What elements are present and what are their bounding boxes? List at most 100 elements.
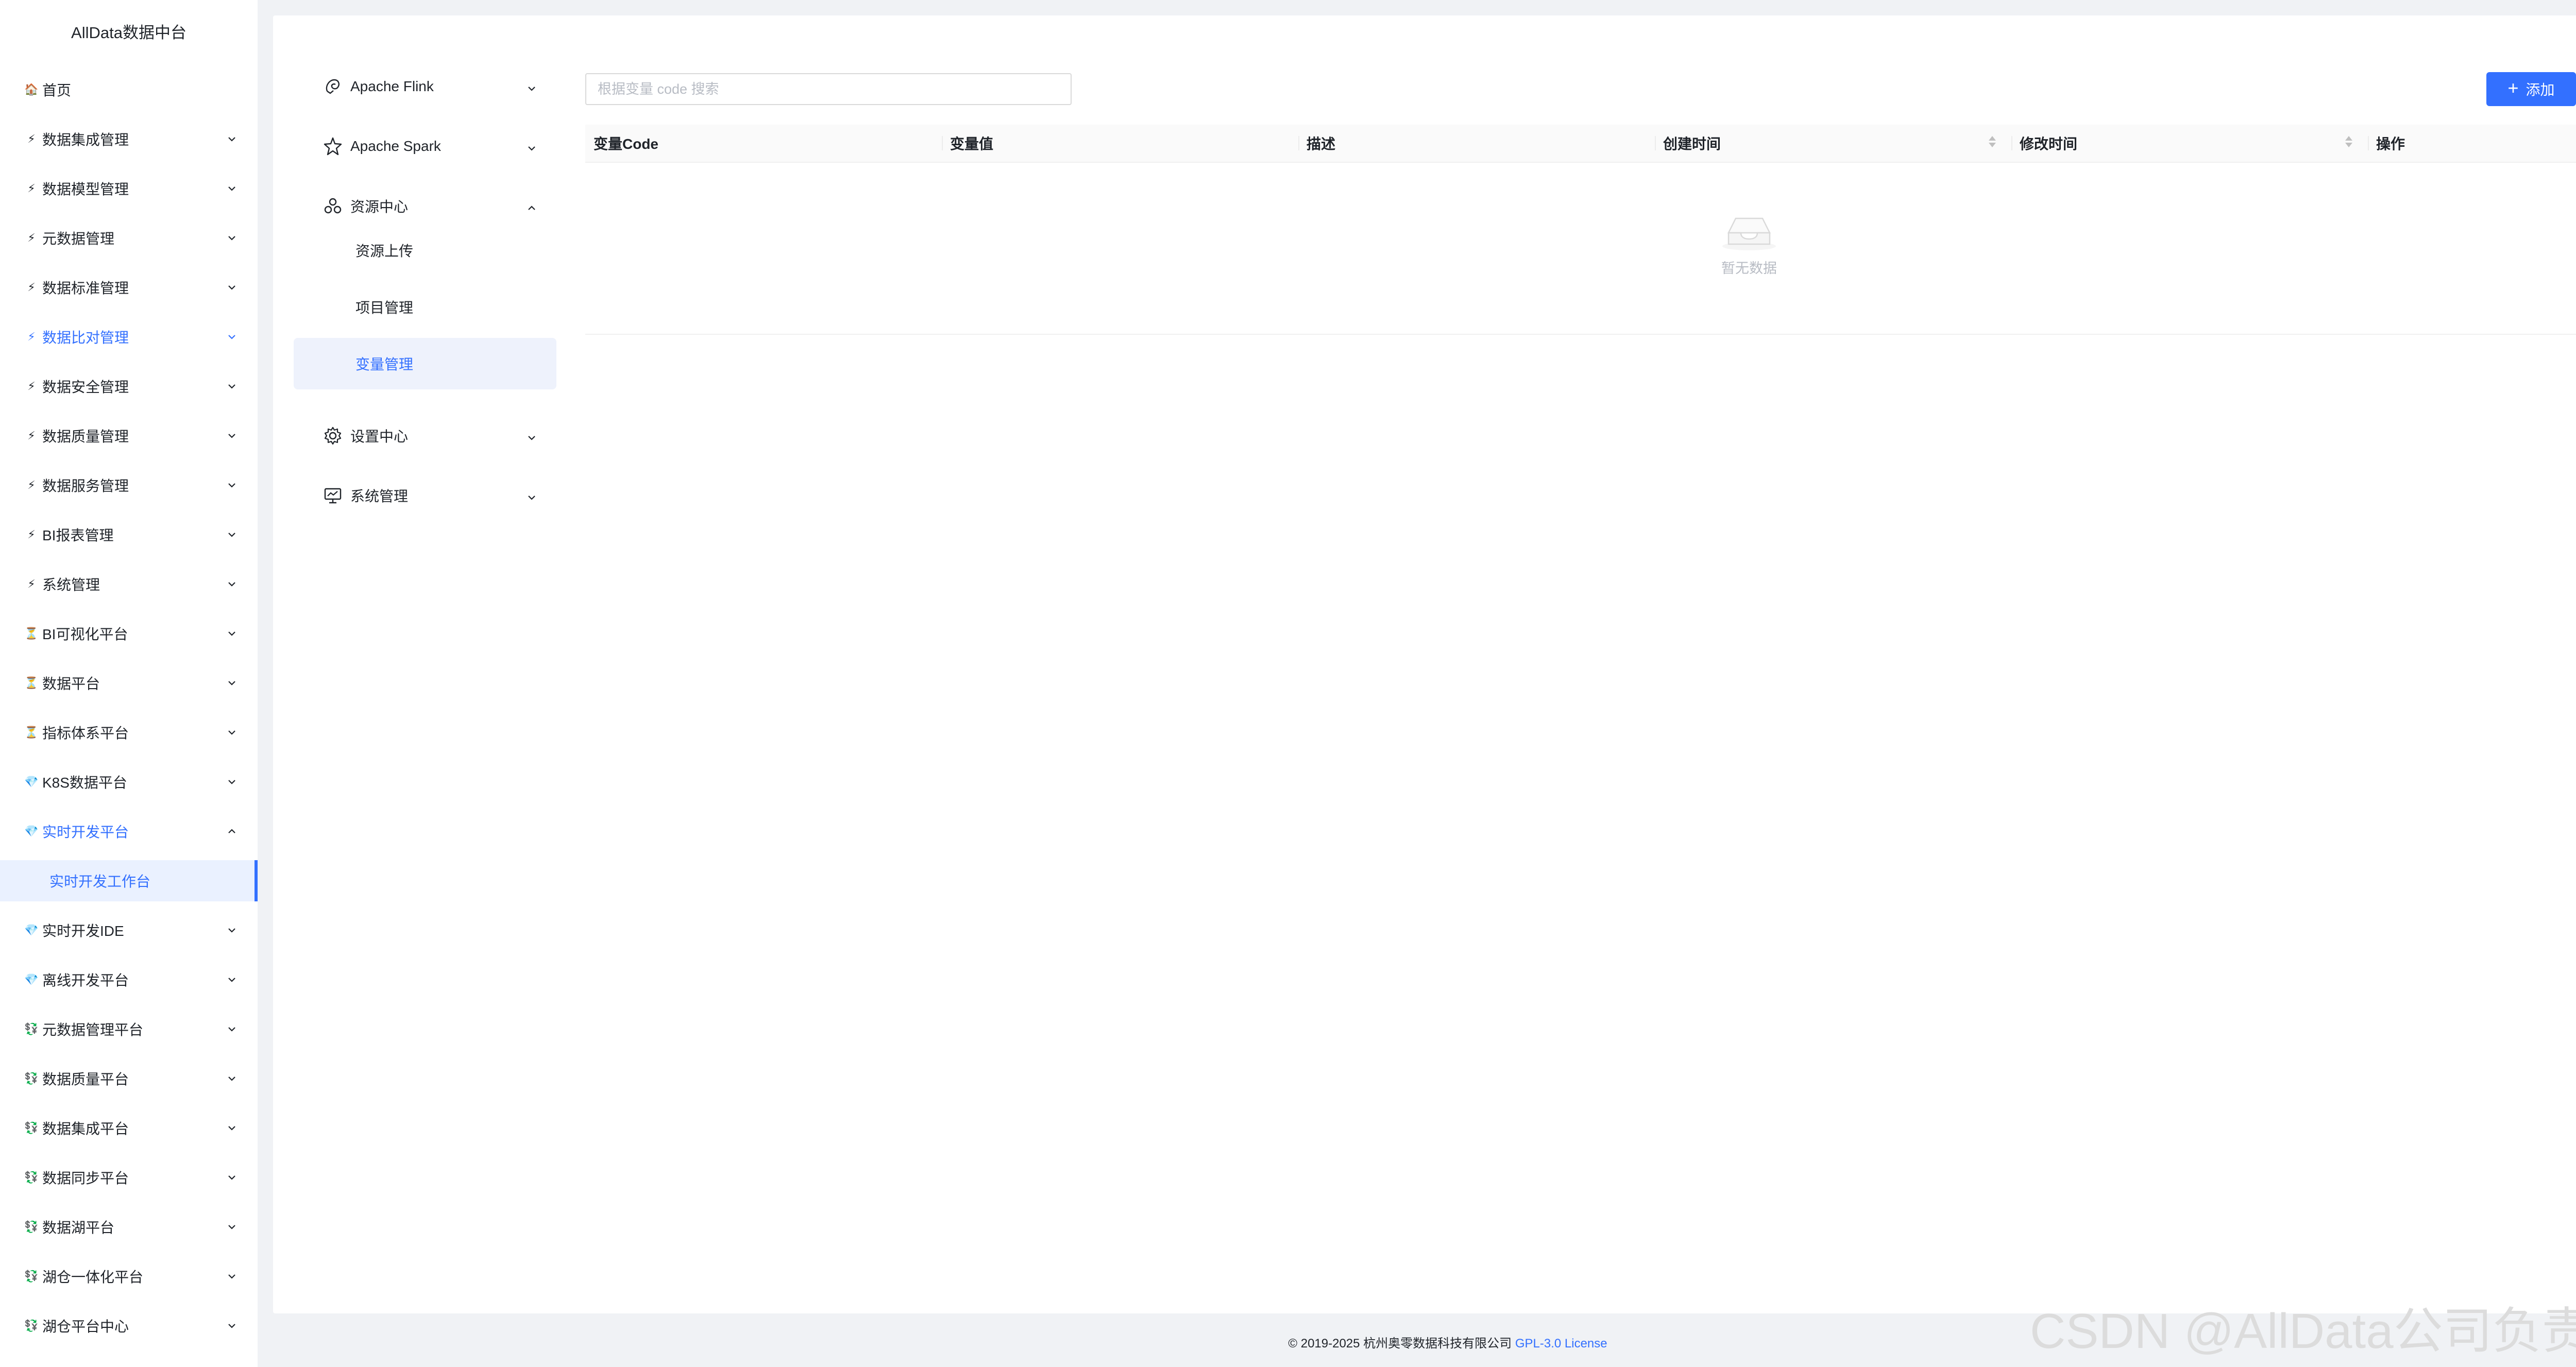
sidebar-item-bi-report-mgmt[interactable]: ⚡ BI报表管理 [0, 514, 258, 555]
lightning-icon: ⚡ [27, 528, 36, 541]
chevron-down-icon [225, 972, 239, 987]
sidebar-item-label: 首页 [42, 82, 72, 98]
chevron-down-icon [225, 1121, 239, 1135]
sidebar-item-data-security-mgmt[interactable]: ⚡ 数据安全管理 [0, 366, 258, 407]
chevron-down-icon [225, 1170, 239, 1185]
exchange-icon: 💱 [24, 1319, 39, 1332]
lightning-icon: ⚡ [27, 231, 36, 244]
sidebar-item-home[interactable]: 🏠 首页 [0, 69, 258, 110]
monitor-icon [323, 485, 343, 506]
sidebar-item-data-service-mgmt[interactable]: ⚡ 数据服务管理 [0, 465, 258, 506]
sidebar-item-realtime-ide[interactable]: 💎 实时开发IDE [0, 910, 258, 951]
sidebar-item-label: 数据服务管理 [42, 478, 129, 494]
submenu-item-system-mgmt[interactable]: 系统管理 [294, 470, 556, 521]
sidebar-item-lakehouse-center[interactable]: 💱 湖仓平台中心 [0, 1305, 258, 1346]
sidebar-item-offline-dev-platform[interactable]: 💎 离线开发平台 [0, 959, 258, 1000]
column-header-modified-time[interactable]: 修改时间 [2011, 125, 2368, 162]
lightning-icon: ⚡ [27, 380, 36, 392]
sort-icon[interactable] [1989, 136, 1996, 147]
sidebar-item-data-integration-mgmt[interactable]: ⚡ 数据集成管理 [0, 118, 258, 160]
submenu-item-apache-spark[interactable]: Apache Spark [294, 121, 556, 172]
add-button-label: 添加 [2526, 82, 2555, 98]
sidebar-item-k8s-platform[interactable]: 💎 K8S数据平台 [0, 761, 258, 802]
submenu-item-apache-flink[interactable]: Apache Flink [294, 61, 556, 112]
sidebar: AllData数据中台 🏠 首页 ⚡ 数据集成管理 ⚡ 数据模型管理 ⚡ 元数据… [0, 0, 258, 1367]
sidebar-item-lakehouse-platform[interactable]: 💱 湖仓一体化平台 [0, 1256, 258, 1297]
sidebar-item-realtime-workbench[interactable]: 实时开发工作台 [0, 860, 258, 901]
main-card: Apache Flink Apache Spark 资源中心 资源上传 项目管理… [273, 15, 2576, 1313]
chevron-up-icon [225, 824, 239, 839]
sidebar-item-label: 湖仓平台中心 [42, 1319, 129, 1335]
submenu-item-settings-center[interactable]: 设置中心 [294, 410, 556, 462]
sidebar-item-label: 数据模型管理 [42, 181, 129, 197]
sidebar-item-label: 元数据管理平台 [42, 1022, 144, 1038]
sidebar-item-label: 指标体系平台 [42, 725, 129, 741]
column-header-value: 变量值 [950, 136, 994, 152]
chevron-down-icon [528, 78, 536, 95]
flink-icon [323, 76, 343, 97]
sidebar-item-metadata-mgmt[interactable]: ⚡ 元数据管理 [0, 217, 258, 259]
search-input[interactable] [585, 73, 1072, 105]
sidebar-item-data-model-mgmt[interactable]: ⚡ 数据模型管理 [0, 168, 258, 209]
sidebar-item-data-standard-mgmt[interactable]: ⚡ 数据标准管理 [0, 267, 258, 308]
sidebar-item-data-quality-mgmt[interactable]: ⚡ 数据质量管理 [0, 415, 258, 456]
exchange-icon: 💱 [24, 1171, 39, 1184]
watermark: CSDN @AllData公司负责人 [2030, 1304, 2576, 1359]
submenu-item-label: Apache Flink [350, 78, 434, 94]
lightning-icon: ⚡ [27, 182, 36, 195]
diamond-icon: 💎 [24, 973, 39, 986]
lightning-icon: ⚡ [27, 132, 36, 145]
chevron-down-icon [225, 923, 239, 937]
empty-text: 暂无数据 [1721, 261, 1777, 276]
exchange-icon: 💱 [24, 1270, 39, 1283]
lightning-icon: ⚡ [27, 281, 36, 294]
chevron-down-icon [225, 527, 239, 542]
sidebar-item-data-lake-platform[interactable]: 💱 数据湖平台 [0, 1206, 258, 1248]
chevron-down-icon [225, 775, 239, 789]
sidebar-item-data-platform[interactable]: ⏳ 数据平台 [0, 662, 258, 704]
spark-icon [323, 136, 343, 157]
sort-icon[interactable] [2345, 136, 2352, 147]
submenu-child-resource-upload[interactable]: 资源上传 [294, 225, 556, 276]
column-header-created-time[interactable]: 创建时间 [1655, 125, 2011, 162]
sidebar-item-label: 数据标准管理 [42, 280, 129, 296]
chevron-down-icon [225, 132, 239, 146]
sidebar-item-label: 实时开发平台 [42, 824, 129, 840]
exchange-icon: 💱 [24, 1220, 39, 1233]
sidebar-item-label: 数据湖平台 [42, 1220, 115, 1236]
submenu-item-resource-center[interactable]: 资源中心 [294, 180, 556, 232]
home-icon: 🏠 [24, 83, 39, 96]
sidebar-item-label: 数据集成平台 [42, 1121, 129, 1137]
column-header-code: 变量Code [594, 136, 659, 152]
submenu-child-variable-mgmt[interactable]: 变量管理 [294, 338, 556, 389]
chevron-down-icon [225, 1022, 239, 1036]
chevron-down-icon [225, 1220, 239, 1234]
sidebar-item-system-mgmt[interactable]: ⚡ 系统管理 [0, 563, 258, 605]
add-button[interactable]: + 添加 [2486, 72, 2576, 106]
sidebar-item-realtime-dev-platform[interactable]: 💎 实时开发平台 [0, 811, 258, 852]
sidebar-item-bi-visual-platform[interactable]: ⏳ BI可视化平台 [0, 613, 258, 654]
license-link[interactable]: GPL-3.0 License [1515, 1337, 1607, 1351]
lightning-icon: ⚡ [27, 577, 36, 590]
sidebar-item-metrics-platform[interactable]: ⏳ 指标体系平台 [0, 712, 258, 753]
chevron-down-icon [225, 676, 239, 690]
sidebar-item-data-integration-platform[interactable]: 💱 数据集成平台 [0, 1107, 258, 1149]
lightning-icon: ⚡ [27, 429, 36, 442]
sidebar-item-label: 元数据管理 [42, 231, 115, 247]
diamond-icon: 💎 [24, 775, 39, 788]
sidebar-item-data-quality-platform[interactable]: 💱 数据质量平台 [0, 1058, 258, 1099]
sidebar-item-label: 数据集成管理 [42, 132, 129, 148]
chevron-down-icon [225, 478, 239, 492]
sidebar-item-metadata-platform[interactable]: 💱 元数据管理平台 [0, 1009, 258, 1050]
sidebar-item-data-sync-platform[interactable]: 💱 数据同步平台 [0, 1157, 258, 1198]
chevron-down-icon [225, 1319, 239, 1333]
sidebar-item-label: BI报表管理 [42, 527, 114, 543]
sidebar-item-label: 数据同步平台 [42, 1170, 129, 1186]
chevron-down-icon [225, 231, 239, 245]
column-header-actions: 操作 [2376, 136, 2405, 152]
sidebar-item-label: K8S数据平台 [42, 775, 127, 791]
exchange-icon: 💱 [24, 1121, 39, 1134]
sidebar-item-label: 数据安全管理 [42, 379, 129, 395]
sidebar-item-data-compare-mgmt[interactable]: ⚡ 数据比对管理 [0, 316, 258, 357]
submenu-child-project-mgmt[interactable]: 项目管理 [294, 281, 556, 333]
